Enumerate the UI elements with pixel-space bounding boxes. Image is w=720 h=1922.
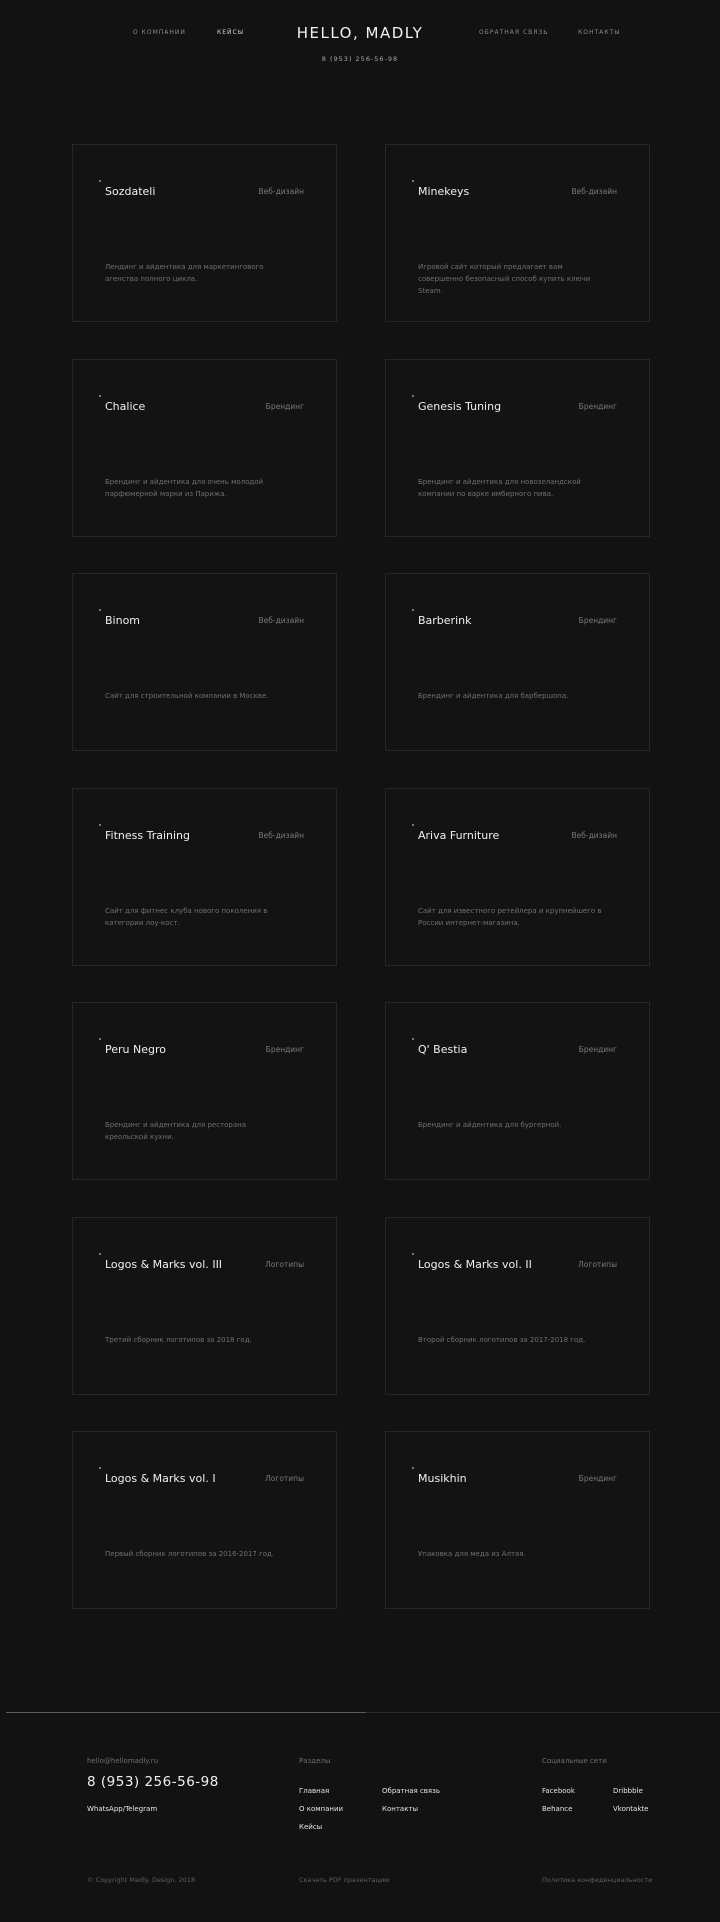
header-phone[interactable]: 8 (953) 256-56-98 [0, 55, 720, 63]
bullet-dot [412, 395, 414, 397]
case-description: Третий сборник логотипов за 2018 год. [105, 1336, 252, 1344]
case-category: Брендинг [578, 1474, 617, 1483]
case-card[interactable]: Chalice Брендинг Брендинг и айдентика дл… [72, 359, 337, 537]
nav-link-contacts[interactable]: КОНТАКТЫ [578, 29, 620, 36]
case-title: Musikhin [418, 1472, 467, 1485]
case-description: Брендинг и айдентика для барбершопа. [418, 692, 569, 700]
footer-link-behance[interactable]: Behance [542, 1805, 572, 1813]
case-description: Брендинг и айдентика для новозеландской … [418, 478, 581, 498]
footer-link-vkontakte[interactable]: Vkontakte [613, 1805, 648, 1813]
bullet-dot [99, 1253, 101, 1255]
footer-link-cases[interactable]: Кейсы [299, 1823, 322, 1831]
case-card[interactable]: Sozdateli Веб-дизайн Лендинг и айдентика… [72, 144, 337, 322]
case-card[interactable]: Peru Negro Брендинг Брендинг и айдентика… [72, 1002, 337, 1180]
case-description: Первый сборник логотипов за 2016-2017 го… [105, 1550, 275, 1558]
case-title: Barberink [418, 614, 472, 627]
footer-link-facebook[interactable]: Facebook [542, 1787, 575, 1795]
footer-link-dribbble[interactable]: Dribbble [613, 1787, 643, 1795]
bullet-dot [99, 824, 101, 826]
case-category: Веб-дизайн [258, 831, 304, 840]
case-category: Брендинг [578, 616, 617, 625]
case-description: Брендинг и айдентика для ресторана креол… [105, 1121, 247, 1141]
nav-link-feedback[interactable]: ОБРАТНАЯ СВЯЗЬ [479, 29, 548, 36]
case-description: Лендинг и айдентика для маркетингового а… [105, 263, 264, 283]
site-header: О КОМПАНИИ КЕЙСЫ HELLO, MADLY ОБРАТНАЯ С… [0, 0, 720, 80]
case-description: Сайт для известного ретейлера и крупнейш… [418, 907, 602, 927]
case-description: Упаковка для меда из Алтая. [418, 1550, 526, 1558]
case-category: Брендинг [265, 1045, 304, 1054]
case-card[interactable]: Ariva Furniture Веб-дизайн Сайт для изве… [385, 788, 650, 966]
case-description: Брендинг и айдентика для очень молодой п… [105, 478, 264, 498]
bullet-dot [412, 824, 414, 826]
case-category: Брендинг [578, 402, 617, 411]
case-title: Logos & Marks vol. I [105, 1472, 216, 1485]
case-title: Fitness Training [105, 829, 190, 842]
case-title: Sozdateli [105, 185, 156, 198]
case-description: Сайт для фитнес клуба нового поколения в… [105, 907, 268, 927]
bullet-dot [99, 609, 101, 611]
bullet-dot [99, 180, 101, 182]
case-title: Peru Negro [105, 1043, 166, 1056]
bullet-dot [412, 609, 414, 611]
footer-divider-accent [6, 1712, 366, 1713]
case-description: Сайт для строительной компании в Москве. [105, 692, 269, 700]
footer-privacy-link[interactable]: Политика конфиденциальности [542, 1876, 652, 1884]
footer-email[interactable]: hello@hellomadly.ru [87, 1757, 158, 1765]
bullet-dot [99, 1038, 101, 1040]
case-category: Веб-дизайн [571, 831, 617, 840]
footer-link-contacts[interactable]: Контакты [382, 1805, 418, 1813]
case-card[interactable]: Fitness Training Веб-дизайн Сайт для фит… [72, 788, 337, 966]
case-description: Брендинг и айдентика для бургерной. [418, 1121, 562, 1129]
bullet-dot [412, 1038, 414, 1040]
case-card[interactable]: Q' Bestia Брендинг Брендинг и айдентика … [385, 1002, 650, 1180]
case-title: Ariva Furniture [418, 829, 500, 842]
footer-link-feedback[interactable]: Обратная связь [382, 1787, 440, 1795]
case-card[interactable]: Logos & Marks vol. II Логотипы Второй сб… [385, 1217, 650, 1395]
case-description: Игровой сайт который предлагает вам сове… [418, 263, 591, 295]
footer-social-label: Социальные сети [542, 1757, 607, 1765]
case-title: Q' Bestia [418, 1043, 468, 1056]
case-description: Второй сборник логотипов за 2017-2018 го… [418, 1336, 586, 1344]
case-category: Брендинг [265, 402, 304, 411]
case-category: Веб-дизайн [258, 187, 304, 196]
footer-phone[interactable]: 8 (953) 256-56-98 [87, 1774, 219, 1790]
case-title: Genesis Tuning [418, 400, 502, 413]
case-title: Logos & Marks vol. III [105, 1258, 223, 1271]
bullet-dot [99, 395, 101, 397]
case-card[interactable]: Minekeys Веб-дизайн Игровой сайт который… [385, 144, 650, 322]
footer-link-home[interactable]: Главная [299, 1787, 329, 1795]
case-card[interactable]: Barberink Брендинг Брендинг и айдентика … [385, 573, 650, 751]
case-title: Binom [105, 614, 141, 627]
case-title: Logos & Marks vol. II [418, 1258, 532, 1271]
bullet-dot [412, 1253, 414, 1255]
bullet-dot [412, 1467, 414, 1469]
footer-copyright: © Copyright Madly. Design. 2018 [87, 1876, 196, 1884]
footer-link-about[interactable]: О компании [299, 1805, 343, 1813]
case-category: Логотипы [265, 1260, 304, 1269]
case-title: Chalice [105, 400, 146, 413]
case-card[interactable]: Logos & Marks vol. I Логотипы Первый сбо… [72, 1431, 337, 1609]
footer-pdf-link[interactable]: Скачать PDF презентацию [299, 1876, 390, 1884]
bullet-dot [412, 180, 414, 182]
case-card[interactable]: Genesis Tuning Брендинг Брендинг и айден… [385, 359, 650, 537]
case-category: Веб-дизайн [571, 187, 617, 196]
case-card[interactable]: Musikhin Брендинг Упаковка для меда из А… [385, 1431, 650, 1609]
case-title: Minekeys [418, 185, 470, 198]
case-card[interactable]: Binom Веб-дизайн Сайт для строительной к… [72, 573, 337, 751]
case-category: Брендинг [578, 1045, 617, 1054]
footer-messengers[interactable]: WhatsApp/Telegram [87, 1805, 157, 1813]
case-category: Логотипы [578, 1260, 617, 1269]
case-category: Логотипы [265, 1474, 304, 1483]
footer-sections-label: Разделы [299, 1757, 331, 1765]
case-card[interactable]: Logos & Marks vol. III Логотипы Третий с… [72, 1217, 337, 1395]
case-category: Веб-дизайн [258, 616, 304, 625]
bullet-dot [99, 1467, 101, 1469]
